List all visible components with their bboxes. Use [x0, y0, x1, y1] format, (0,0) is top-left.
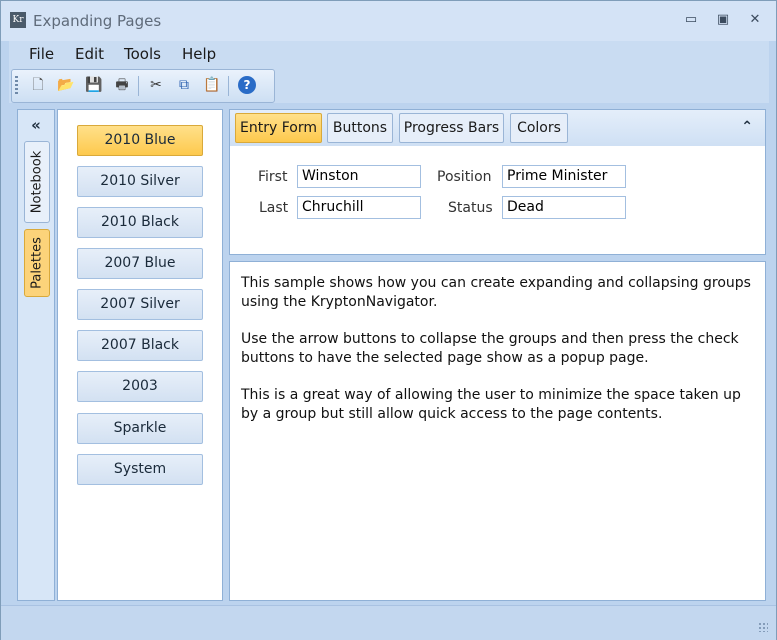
first-label: First — [258, 169, 288, 185]
minimize-button[interactable]: ▭ — [679, 10, 703, 30]
collapse-up-icon[interactable]: ⌃ — [741, 119, 753, 135]
first-name-field[interactable] — [297, 165, 421, 188]
palette-2010-blue[interactable]: 2010 Blue — [77, 125, 203, 156]
entry-form-panel: First Last Position Status — [229, 146, 766, 255]
menu-file[interactable]: File — [29, 45, 54, 63]
tab-notebook-label: Notebook — [29, 150, 45, 214]
palette-2007-silver[interactable]: 2007 Silver — [77, 289, 203, 320]
last-label: Last — [259, 200, 289, 216]
resize-grip-icon[interactable] — [758, 622, 768, 632]
description-paragraph: This is a great way of allowing the user… — [241, 387, 741, 422]
palette-2010-silver[interactable]: 2010 Silver — [77, 166, 203, 197]
toolbar-separator — [228, 76, 229, 96]
palette-2010-black[interactable]: 2010 Black — [77, 207, 203, 238]
close-icon: ✕ — [749, 12, 761, 27]
menu-bar: File Edit Tools Help — [9, 41, 769, 67]
tab-palettes-label: Palettes — [29, 237, 45, 289]
tab-buttons[interactable]: Buttons — [327, 113, 393, 143]
status-label: Status — [448, 200, 493, 216]
palette-2003[interactable]: 2003 — [77, 371, 203, 402]
tab-notebook[interactable]: Notebook — [24, 141, 50, 223]
toolbar-separator — [138, 76, 139, 96]
minimize-icon: ▭ — [684, 12, 698, 27]
close-button[interactable]: ✕ — [743, 10, 767, 30]
position-field[interactable] — [502, 165, 626, 188]
cut-icon[interactable]: ✂ — [146, 75, 166, 95]
tab-progress-bars[interactable]: Progress Bars — [399, 113, 504, 143]
help-icon[interactable]: ? — [238, 76, 256, 94]
menu-tools[interactable]: Tools — [124, 45, 161, 63]
palette-2007-blue[interactable]: 2007 Blue — [77, 248, 203, 279]
restore-button[interactable]: ▣ — [711, 10, 735, 30]
palette-system[interactable]: System — [77, 454, 203, 485]
description-paragraph: This sample shows how you can create exp… — [241, 275, 751, 310]
tab-palettes[interactable]: Palettes — [24, 229, 50, 297]
side-tab-strip: « Notebook Palettes — [17, 109, 55, 601]
last-name-field[interactable] — [297, 196, 421, 219]
print-icon[interactable]: 🖶 — [112, 75, 132, 95]
collapse-left-icon[interactable]: « — [18, 116, 54, 134]
restore-icon: ▣ — [716, 12, 730, 27]
status-bar — [1, 605, 776, 640]
toolbar: 🗋 📂 💾 🖶 ✂ ⧉ 📋 ? — [11, 69, 275, 103]
menu-edit[interactable]: Edit — [75, 45, 104, 63]
app-icon: Kr — [10, 12, 26, 28]
main-window: Kr Expanding Pages ▭ ▣ ✕ File Edit Tools… — [0, 0, 777, 640]
description-panel: This sample shows how you can create exp… — [229, 261, 766, 601]
description-paragraph: Use the arrow buttons to collapse the gr… — [241, 331, 739, 366]
palette-panel: 2010 Blue 2010 Silver 2010 Black 2007 Bl… — [57, 109, 223, 601]
copy-icon[interactable]: ⧉ — [174, 75, 194, 95]
title-bar[interactable]: Kr Expanding Pages ▭ ▣ ✕ — [1, 1, 776, 41]
toolbar-grip[interactable] — [15, 76, 18, 96]
palette-sparkle[interactable]: Sparkle — [77, 413, 203, 444]
position-label: Position — [437, 169, 492, 185]
open-icon[interactable]: 📂 — [56, 75, 76, 95]
menu-help[interactable]: Help — [182, 45, 216, 63]
status-field[interactable] — [502, 196, 626, 219]
navigator-header: Entry Form Buttons Progress Bars Colors … — [229, 109, 766, 147]
window-title: Expanding Pages — [33, 12, 162, 30]
save-icon[interactable]: 💾 — [84, 75, 104, 95]
palette-2007-black[interactable]: 2007 Black — [77, 330, 203, 361]
tab-colors[interactable]: Colors — [510, 113, 568, 143]
new-icon[interactable]: 🗋 — [28, 75, 48, 95]
tab-entry-form[interactable]: Entry Form — [235, 113, 322, 143]
paste-icon[interactable]: 📋 — [202, 75, 222, 95]
